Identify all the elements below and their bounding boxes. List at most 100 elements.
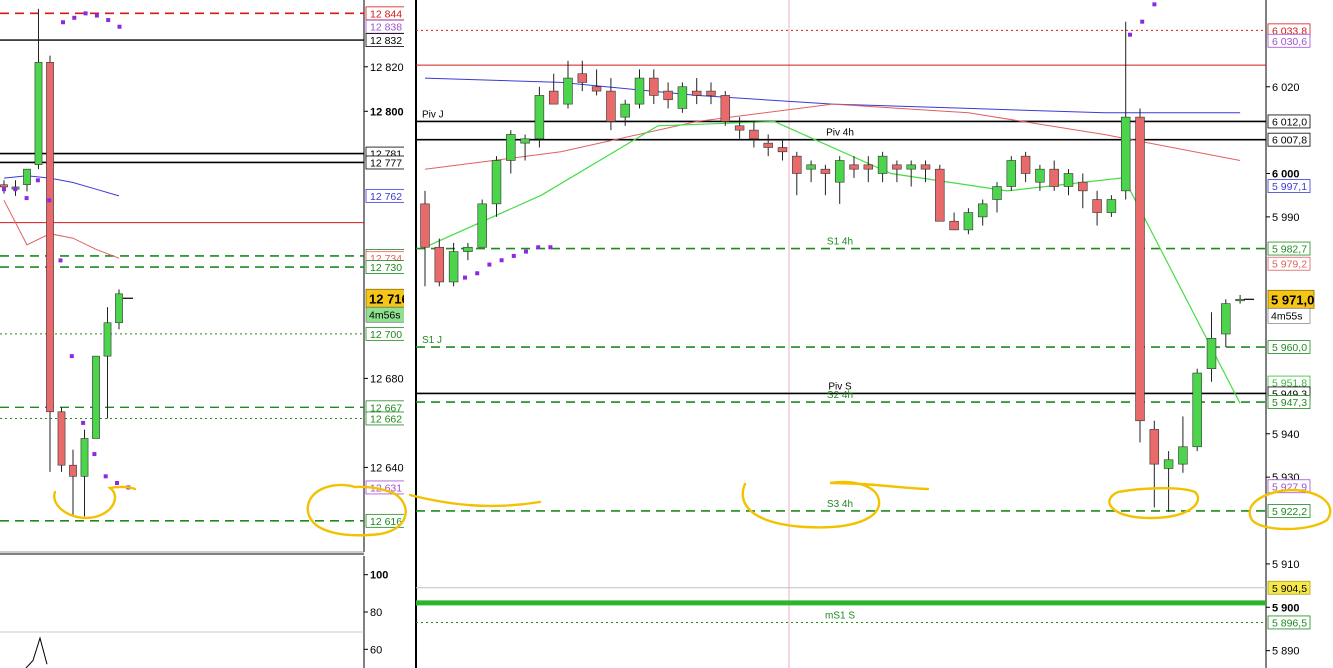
level-price-tag-text: 5 997,1 [1272, 181, 1307, 193]
oscillator-line [25, 636, 48, 668]
level-name-label: Piv J [422, 109, 444, 120]
psar-dot [475, 271, 480, 276]
level-price-tag-text: 5 982,7 [1272, 244, 1307, 256]
y-tick-label: 5 900 [1272, 602, 1300, 614]
candle-body [491, 160, 502, 205]
candle-body [591, 86, 602, 92]
right-chart-panel[interactable]: 6 0206 0005 9905 9405 9305 9105 9005 890… [416, 0, 1315, 668]
candle-body [80, 438, 89, 477]
candle-body [1149, 429, 1160, 465]
candle-body [663, 90, 673, 101]
level-price-tag-text: 5 904,5 [1272, 583, 1307, 595]
level-price-tag-text: 12 832 [370, 35, 402, 47]
candle-bullish [677, 82, 688, 113]
candle-body [420, 203, 430, 248]
level-name-label: Piv 4h [826, 128, 854, 139]
candle-body [720, 95, 731, 122]
candle-body [1106, 199, 1117, 213]
left-chart-panel[interactable]: 12 820 12 800 12 680 12 640 12 844 12 83812 8… [0, 0, 411, 552]
candle-body [763, 142, 773, 148]
candle-body [103, 322, 112, 357]
candle-body [0, 184, 8, 188]
level-price-tag-text: 5 922,2 [1272, 506, 1307, 518]
level-name-label: S2 4h [827, 390, 853, 401]
level-price-tag-text: 12 762 [370, 191, 402, 203]
candle-body [57, 411, 66, 466]
candle-bullish [1192, 368, 1202, 452]
psar-dot [487, 262, 492, 267]
candle-body [563, 77, 573, 105]
candle-body [463, 246, 473, 252]
psar-dot [511, 253, 516, 258]
candle-body [520, 138, 530, 144]
psar-dot [1152, 2, 1157, 7]
candle-body [691, 90, 702, 96]
candle-body [448, 251, 459, 283]
level-price-tag-text: 5 979,2 [1272, 259, 1307, 271]
candle-body [963, 212, 974, 231]
level-price-tag-text: 6 012,0 [1272, 116, 1307, 128]
level-price-tag-text: 12 844 [370, 8, 402, 20]
candle-body [935, 168, 945, 222]
candle-body [34, 62, 43, 166]
y-tick-label: 12 640 [370, 462, 404, 474]
y-tick-label: 5 890 [1272, 646, 1300, 658]
candle-body [820, 168, 831, 174]
level-name-label: mS1 S [825, 610, 855, 621]
psar-dot [83, 11, 88, 16]
candle-bullish [1006, 156, 1017, 191]
candle-body [706, 90, 716, 96]
price-chart-canvas[interactable]: 12 820 12 800 12 680 12 640 12 844 12 83812 8… [0, 0, 1333, 668]
bar-timer-text: 4m56s [369, 309, 401, 321]
candle-body [23, 168, 31, 186]
candle-body [792, 155, 802, 174]
candle-body [749, 129, 759, 140]
candle-body [1235, 298, 1245, 302]
candle-body [1163, 459, 1174, 469]
psar-dot [94, 13, 99, 18]
y-tick-label: 12 680 [370, 373, 404, 385]
psar-dot [1128, 32, 1132, 37]
candle-body [1192, 372, 1202, 448]
level-price-tag-text: 5 947,3 [1272, 397, 1307, 409]
y-tick-label: 12 800 [370, 106, 404, 118]
psar-dot [47, 198, 52, 203]
psar-dot [13, 187, 18, 192]
level-price-tag-text: 12 838 [370, 22, 402, 34]
candle-body [1221, 303, 1231, 335]
candle-body [434, 246, 445, 283]
candle-body [606, 90, 616, 122]
candle-body [620, 103, 630, 118]
candle-body [906, 164, 916, 170]
psar-dot [524, 249, 528, 254]
y-tick-label: 12 820 [370, 62, 404, 74]
candle-body [992, 186, 1002, 200]
y-tick-label: 6 020 [1272, 82, 1300, 94]
psar-dot [1140, 19, 1145, 24]
candle-body [1206, 338, 1217, 370]
candle-body [863, 164, 874, 170]
psar-dot [2, 187, 6, 192]
psar-dot [463, 275, 467, 280]
candle-body [69, 464, 77, 477]
level-name-label: S1 4h [827, 237, 853, 248]
y-tick-label: 5 910 [1272, 559, 1300, 571]
level-price-tag-text: 5 960,0 [1272, 342, 1307, 354]
candle-bearish [57, 407, 66, 472]
candle-body [677, 86, 688, 109]
candle-body [506, 134, 516, 161]
candle-body [949, 220, 959, 231]
psar-dot [69, 354, 74, 359]
candle-body [834, 160, 845, 183]
level-price-tag-text: 12 662 [370, 413, 402, 425]
candle-body [1020, 155, 1031, 174]
candle-bullish [92, 355, 100, 439]
level-price-tag-text: 12 777 [370, 157, 402, 169]
y-tick-label: 5 990 [1272, 212, 1300, 224]
candle-body [1178, 446, 1188, 465]
candle-body [534, 95, 545, 140]
level-name-label: S1 J [422, 335, 442, 346]
psar-dot [548, 245, 553, 250]
level-price-tag-text: 12 700 [370, 329, 402, 341]
candle-body [46, 62, 54, 413]
